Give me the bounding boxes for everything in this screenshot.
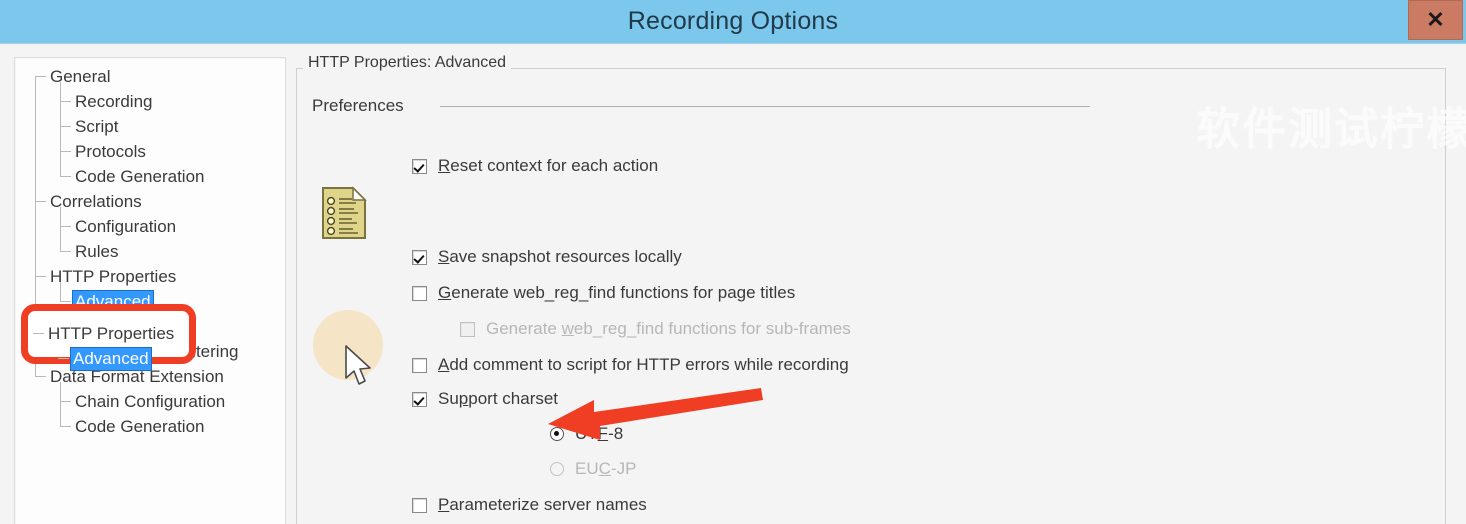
group-title: HTTP Properties: Advanced (303, 54, 512, 71)
option-label: Parameterize server names (438, 495, 647, 514)
checkbox[interactable] (412, 285, 427, 301)
preferences-group: Preferences Reset context for each actio… (312, 96, 1392, 518)
tree-item-script[interactable]: Script (15, 114, 285, 139)
radio-button (550, 462, 564, 476)
tree-item-label: Script (75, 117, 119, 136)
option-support-charset[interactable]: Support charset (412, 388, 558, 410)
tree-item-rules[interactable]: Rules (15, 239, 285, 264)
tree-item-label: Recording (75, 92, 153, 111)
http-properties-advanced-group: HTTP Properties: Advanced Preferences Re… (296, 54, 1446, 524)
dialog-body: General Recording Script Protocols Code Gene… (0, 45, 1466, 524)
close-button[interactable]: ✕ (1408, 0, 1463, 40)
option-generate-web-reg-find-functions-for-page-titles[interactable]: Generate web_reg_find functions for page… (412, 282, 795, 304)
option-label: Generate web_reg_find functions for sub-… (486, 319, 851, 338)
options-tree-panel[interactable]: General Recording Script Protocols Code Gene… (14, 57, 286, 524)
options-tree[interactable]: General Recording Script Protocols Code Gene… (15, 58, 285, 439)
preferences-divider (440, 106, 1090, 107)
tree-item-code-generation[interactable]: Code Generation (15, 414, 285, 439)
tree-connector (60, 207, 61, 252)
tree-item-label: Chain Configuration (75, 392, 226, 411)
tree-item-label: HTTP Properties (50, 267, 177, 286)
checkbox[interactable] (412, 249, 427, 265)
checkbox[interactable] (412, 497, 427, 513)
option-save-snapshot-resources-locally[interactable]: Save snapshot resources locally (412, 246, 682, 268)
checkbox (460, 321, 475, 337)
option-label: Save snapshot resources locally (438, 247, 682, 266)
tree-connector (60, 282, 61, 302)
option-label: Add comment to script for HTTP errors wh… (438, 355, 849, 374)
option-label: Support charset (438, 389, 559, 408)
option-label: Generate web_reg_find functions for page… (438, 283, 796, 302)
recording-options-dialog: Recording Options ✕ General Recording Scri… (0, 0, 1466, 524)
tree-item-http-properties-highlighted[interactable]: HTTP Properties (45, 321, 177, 346)
tree-item-label: Configuration (75, 217, 177, 236)
checkbox[interactable] (412, 357, 427, 373)
preferences-title: Preferences (312, 96, 404, 115)
tree-item-label: Protocols (75, 142, 146, 161)
tree-item-label: Code Generation (75, 417, 205, 436)
tree-connector (60, 382, 61, 427)
tree-item-label: Code Generation (75, 167, 205, 186)
tree-item-general[interactable]: General (15, 64, 285, 89)
tree-item-advanced-highlighted[interactable]: Advanced (70, 346, 152, 371)
tree-item-label: Advanced (70, 347, 152, 371)
tree-item-chain-configuration[interactable]: Chain Configuration (15, 389, 285, 414)
option-reset-context-for-each-action[interactable]: Reset context for each action (412, 155, 658, 177)
tree-connector (33, 333, 44, 334)
tree-item-label: Correlations (50, 192, 142, 211)
tree-item-recording[interactable]: Recording (15, 89, 285, 114)
option-generate-web-reg-find-functions-for-sub-frames: Generate web_reg_find functions for sub-… (460, 318, 851, 340)
tree-item-correlations[interactable]: Correlations (15, 189, 285, 214)
tree-connector (58, 358, 69, 359)
tree-item-code-generation[interactable]: Code Generation (15, 164, 285, 189)
option-label: EUC-JP (575, 459, 637, 478)
checkbox[interactable] (412, 158, 427, 174)
option-parameterize-server-names[interactable]: Parameterize server names (412, 494, 647, 516)
mouse-cursor-icon (345, 345, 371, 385)
annotation-arrow-icon (548, 388, 763, 440)
annotation-box-inner-tree: HTTP Properties Advanced (21, 304, 196, 371)
tree-item-label: Rules (75, 242, 119, 261)
document-list-icon (322, 186, 367, 239)
option-add-comment-to-script-for-http-errors-while-recording[interactable]: Add comment to script for HTTP errors wh… (412, 354, 849, 376)
tree-item-label: General (50, 67, 111, 86)
title-bar: Recording Options ✕ (0, 0, 1466, 43)
tree-item-configuration[interactable]: Configuration (15, 214, 285, 239)
tree-connector (60, 82, 61, 177)
option-euc-jp: EUC-JP (550, 458, 636, 480)
tree-item-label: HTTP Properties (48, 324, 175, 343)
option-label: Reset context for each action (438, 156, 659, 175)
checkbox[interactable] (412, 391, 427, 407)
tree-item-http-properties[interactable]: HTTP Properties (15, 264, 285, 289)
window-title: Recording Options (627, 7, 839, 35)
tree-item-protocols[interactable]: Protocols (15, 139, 285, 164)
